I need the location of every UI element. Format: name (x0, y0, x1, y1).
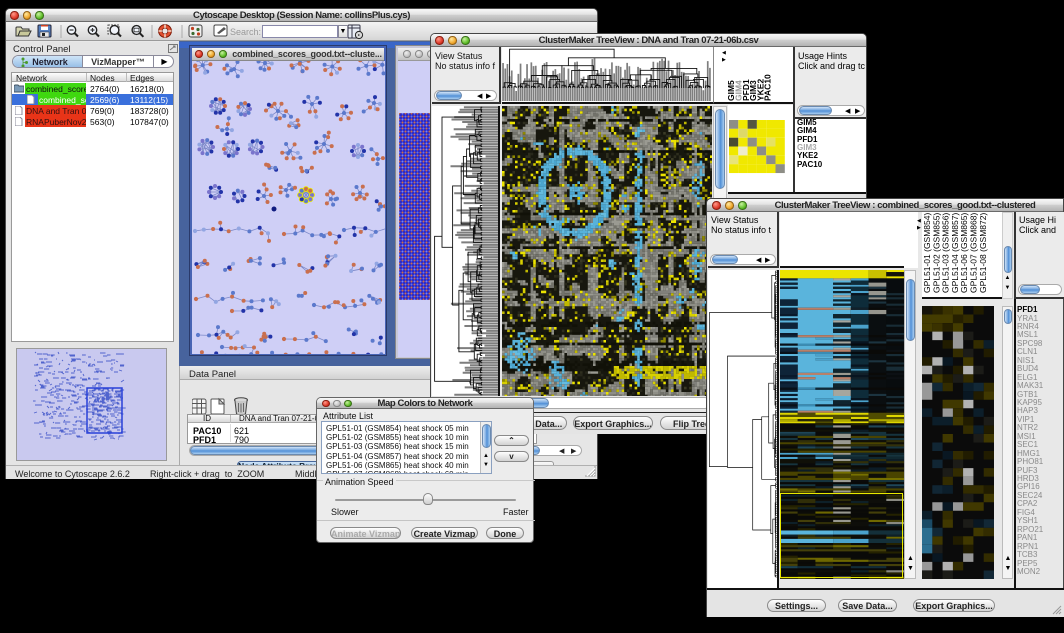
svg-text:PAC10: PAC10 (763, 74, 773, 101)
svg-text:GPL51-08 (GSM872): GPL51-08 (GSM872) (978, 213, 988, 293)
